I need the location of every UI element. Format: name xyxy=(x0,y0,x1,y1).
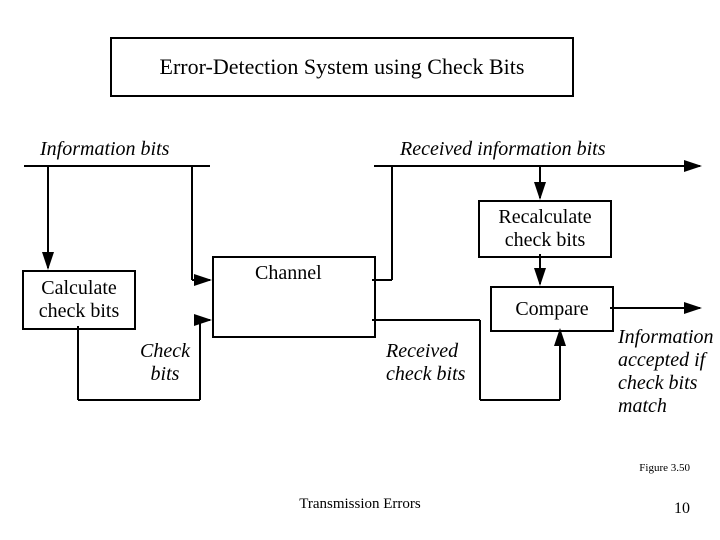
box-compare: Compare xyxy=(490,286,614,332)
label-received-info-bits: Received information bits xyxy=(400,138,606,161)
label-information-bits: Information bits xyxy=(40,138,169,161)
label-compare: Compare xyxy=(515,298,588,321)
label-channel: Channel xyxy=(255,262,322,285)
label-check-bits: Check bits xyxy=(140,340,190,386)
label-result: Information accepted if check bits match xyxy=(618,326,714,418)
figure-number: Figure 3.50 xyxy=(639,462,690,474)
page-number: 10 xyxy=(674,500,690,518)
box-calculate: Calculate check bits xyxy=(22,270,136,330)
label-received-check-bits: Received check bits xyxy=(386,340,465,386)
box-recalculate: Recalculate check bits xyxy=(478,200,612,258)
footer-caption: Transmission Errors xyxy=(0,496,720,513)
label-calculate: Calculate check bits xyxy=(39,277,120,323)
diagram-title: Error-Detection System using Check Bits xyxy=(110,37,574,97)
label-recalculate: Recalculate check bits xyxy=(498,206,591,252)
diagram-title-text: Error-Detection System using Check Bits xyxy=(160,54,525,80)
